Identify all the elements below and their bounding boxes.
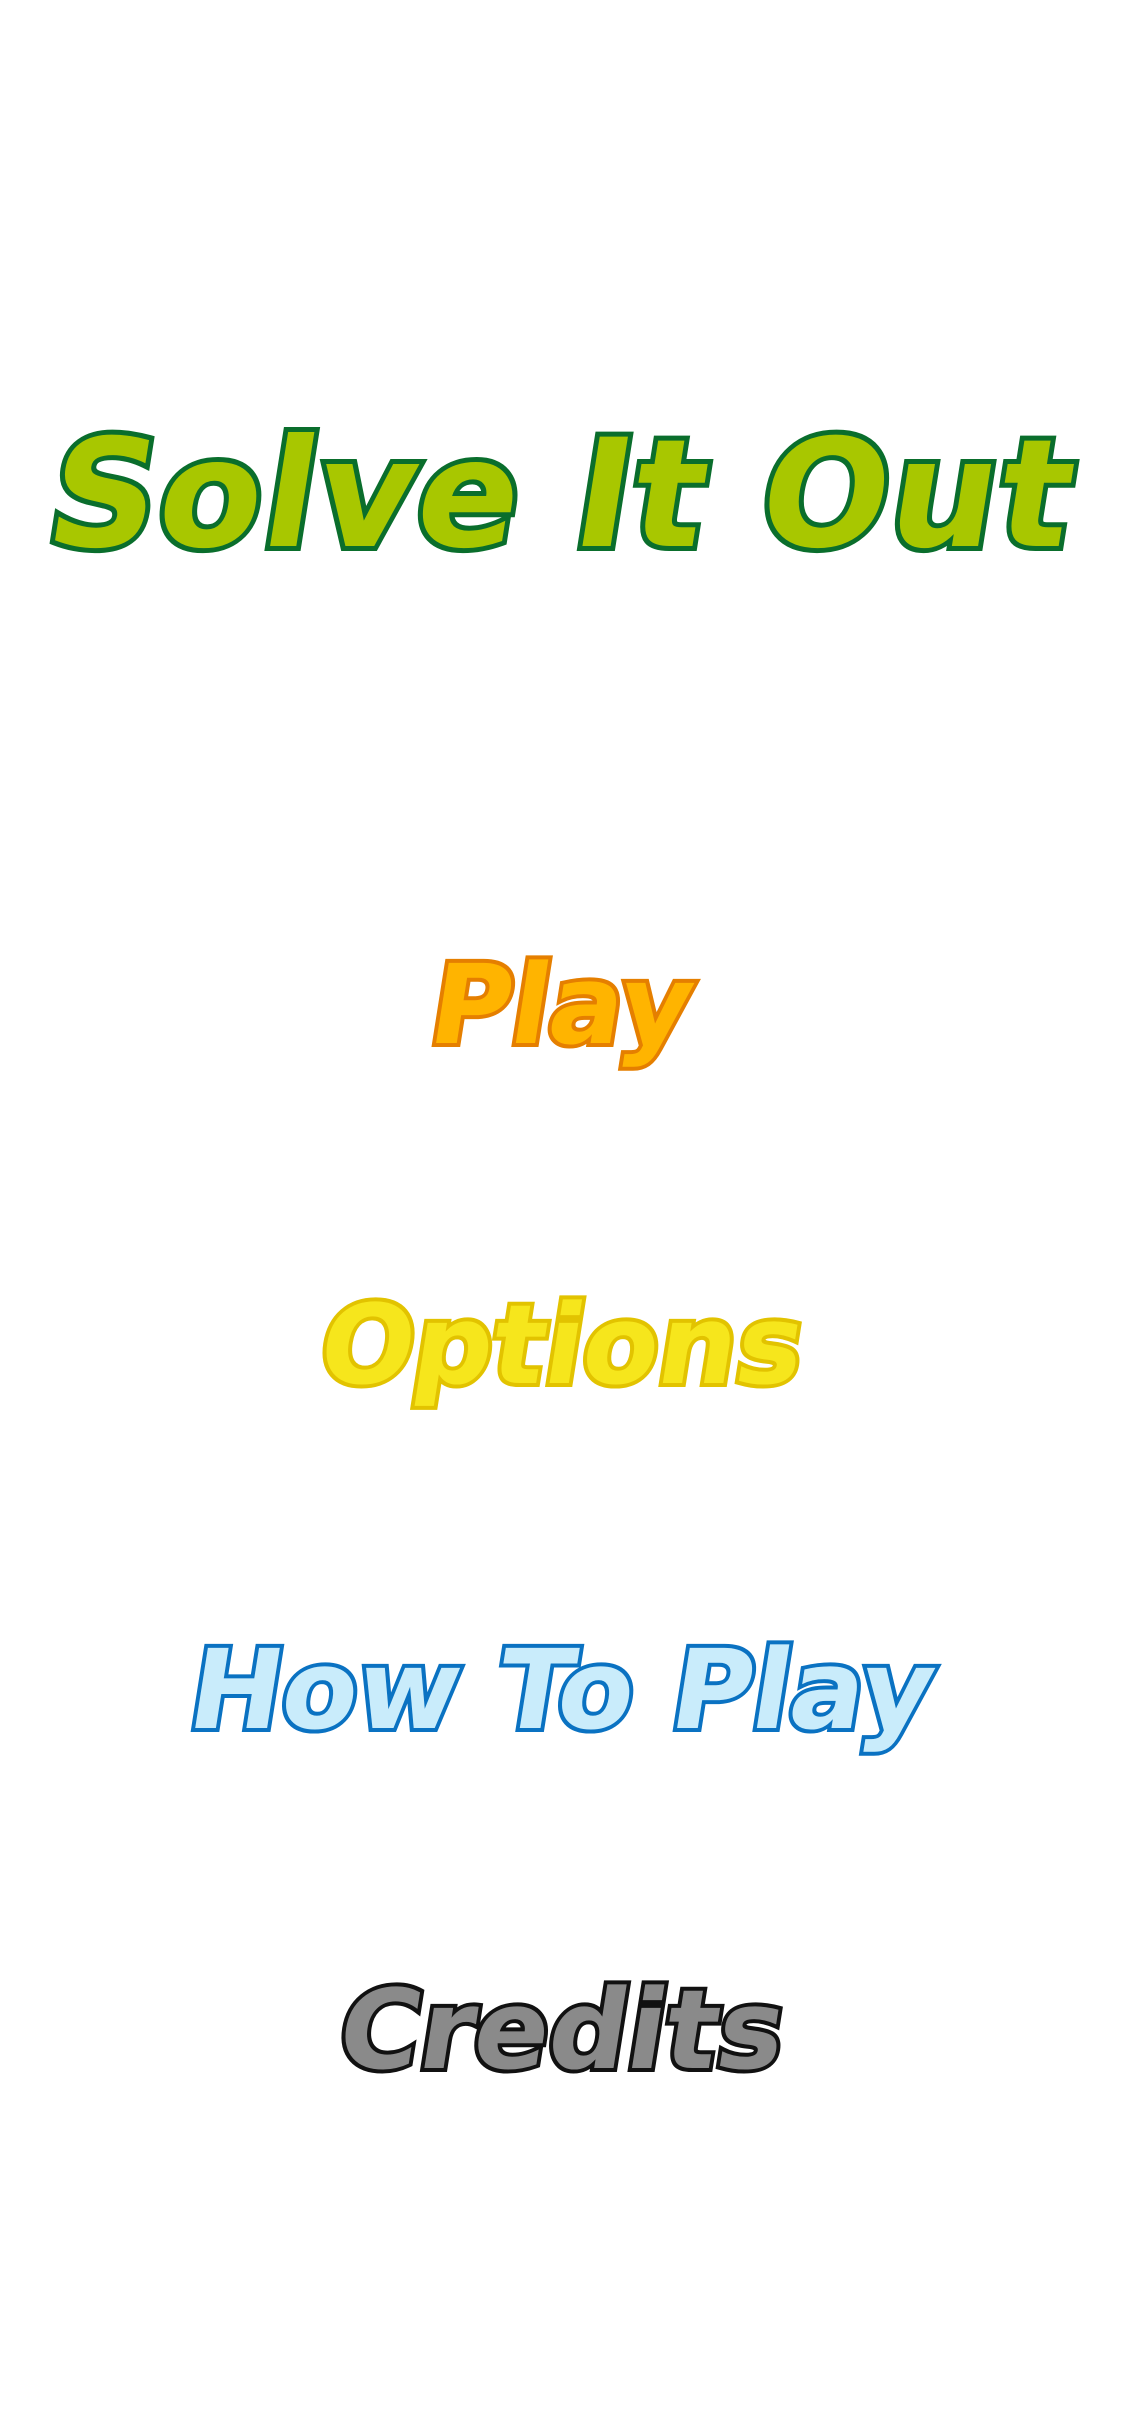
credits-button[interactable]: Credits: [0, 1962, 1125, 2098]
options-button-label: Options: [307, 1277, 817, 1413]
how-to-play-button-label: How To Play: [177, 1622, 948, 1758]
main-menu-screen: Solve It Out Play Options How To Play Cr…: [0, 0, 1125, 2436]
how-to-play-button[interactable]: How To Play: [0, 1622, 1125, 1758]
game-title: Solve It Out: [0, 403, 1125, 587]
credits-button-label: Credits: [326, 1962, 798, 2098]
play-button-label: Play: [418, 937, 707, 1073]
options-button[interactable]: Options: [0, 1277, 1125, 1413]
play-button[interactable]: Play: [0, 937, 1125, 1073]
game-title-text: Solve It Out: [32, 403, 1094, 587]
